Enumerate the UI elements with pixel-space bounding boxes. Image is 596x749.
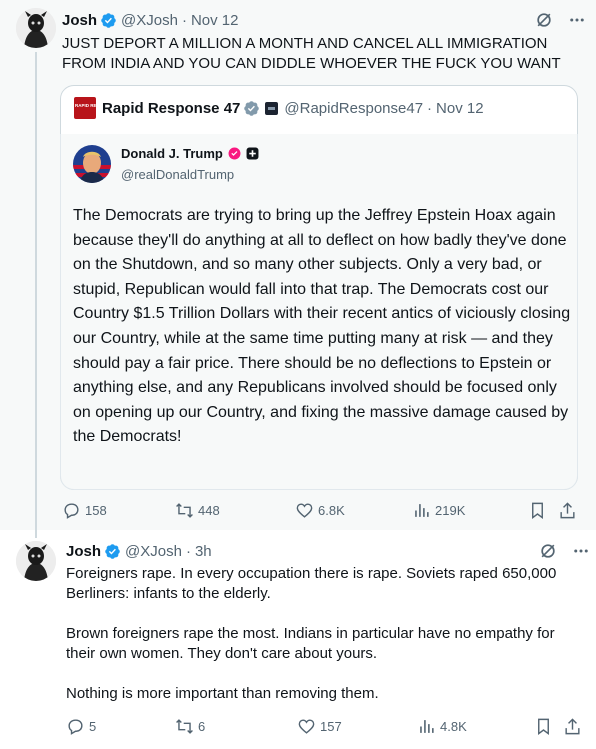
separator-dot: · bbox=[185, 542, 191, 560]
author-name[interactable]: Josh bbox=[66, 543, 101, 560]
grok-icon[interactable] bbox=[534, 10, 554, 30]
share-button[interactable] bbox=[558, 501, 577, 520]
action-bar: 158 448 6.8K 219K bbox=[62, 498, 580, 522]
post-top-actions bbox=[538, 541, 590, 561]
more-options-icon[interactable] bbox=[572, 542, 590, 560]
views-chart-icon bbox=[415, 503, 429, 517]
separator-dot: · bbox=[427, 99, 433, 117]
views-button[interactable]: 4.8K bbox=[417, 717, 467, 736]
repost-count: 448 bbox=[198, 502, 220, 518]
verified-badge-icon bbox=[105, 543, 120, 559]
thread-line bbox=[35, 530, 37, 538]
like-count: 157 bbox=[320, 718, 342, 734]
post-header: Josh @XJosh · 3h bbox=[66, 540, 212, 562]
post-header: Josh @XJosh · Nov 12 bbox=[62, 9, 238, 31]
reply-count: 158 bbox=[85, 502, 107, 518]
quote-author-handle[interactable]: @RapidResponse47 bbox=[284, 100, 423, 117]
reply-count: 5 bbox=[89, 718, 97, 734]
trump-handle: @realDonaldTrump bbox=[121, 167, 235, 182]
heart-icon bbox=[296, 502, 313, 518]
views-chart-icon bbox=[420, 719, 434, 733]
bookmark-icon bbox=[532, 502, 543, 519]
plus-badge-icon bbox=[246, 147, 259, 160]
trump-name-row: Donald J. Trump bbox=[121, 146, 259, 161]
repost-button[interactable]: 6 bbox=[175, 717, 205, 736]
grok-icon[interactable] bbox=[538, 541, 558, 561]
action-bar: 5 6 157 4.8K bbox=[66, 714, 584, 738]
share-icon bbox=[565, 717, 580, 734]
quote-date[interactable]: Nov 12 bbox=[436, 100, 484, 117]
reply-button[interactable]: 158 bbox=[62, 501, 107, 520]
logo-text: RAPID RESPONSE bbox=[75, 103, 96, 108]
quote-header: RAPID RESPONSE Rapid Response 47 @RapidR… bbox=[74, 97, 484, 119]
heart-icon bbox=[298, 718, 315, 734]
trump-post-text: The Democrats are trying to bring up the… bbox=[73, 207, 571, 446]
bookmark-icon bbox=[538, 718, 549, 735]
reply-icon bbox=[64, 502, 79, 519]
separator-dot: · bbox=[181, 11, 187, 29]
more-options-icon[interactable] bbox=[568, 11, 586, 29]
repost-count: 6 bbox=[198, 718, 206, 734]
like-button[interactable]: 6.8K bbox=[295, 501, 345, 520]
post-text: Foreigners rape. In every occupation the… bbox=[66, 565, 557, 702]
avatar[interactable] bbox=[16, 541, 56, 581]
views-count: 219K bbox=[435, 502, 466, 518]
share-button[interactable] bbox=[563, 717, 582, 736]
repost-icon bbox=[176, 502, 193, 518]
verified-badge-icon bbox=[101, 12, 116, 28]
like-button[interactable]: 157 bbox=[297, 717, 342, 736]
repost-button[interactable]: 448 bbox=[175, 501, 220, 520]
reply-icon bbox=[68, 718, 83, 735]
rapid-response-logo: RAPID RESPONSE bbox=[74, 97, 96, 119]
post-date[interactable]: Nov 12 bbox=[191, 12, 239, 29]
author-handle[interactable]: @XJosh bbox=[125, 543, 182, 560]
truth-social-card: Donald J. Trump @realDonaldTrump The Dem… bbox=[60, 134, 578, 490]
views-count: 4.8K bbox=[440, 718, 467, 734]
gray-verified-badge-icon bbox=[244, 100, 260, 116]
trump-author-name: Donald J. Trump bbox=[121, 146, 223, 161]
government-affiliate-icon bbox=[265, 101, 279, 115]
thread-line bbox=[35, 52, 37, 530]
author-handle[interactable]: @XJosh bbox=[121, 12, 178, 29]
post-date[interactable]: 3h bbox=[195, 543, 212, 560]
bookmark-button[interactable] bbox=[534, 717, 553, 736]
avatar[interactable] bbox=[16, 8, 56, 48]
like-count: 6.8K bbox=[318, 502, 345, 518]
views-button[interactable]: 219K bbox=[412, 501, 465, 520]
reply-button[interactable]: 5 bbox=[66, 717, 96, 736]
post-text: JUST DEPORT A MILLION A MONTH AND CANCEL… bbox=[62, 35, 561, 72]
post-top-actions bbox=[534, 10, 586, 30]
author-name[interactable]: Josh bbox=[62, 12, 97, 29]
repost-icon bbox=[176, 718, 193, 734]
share-icon bbox=[560, 501, 575, 518]
post-1[interactable]: Josh @XJosh · Nov 12 JUST DEPORT A MILLI… bbox=[0, 0, 596, 530]
post-2[interactable]: Josh @XJosh · 3h Foreigners rape. In eve… bbox=[0, 530, 596, 749]
trump-avatar bbox=[73, 145, 111, 183]
bookmark-button[interactable] bbox=[528, 501, 547, 520]
pink-verified-badge-icon bbox=[228, 147, 241, 160]
quote-author-name[interactable]: Rapid Response 47 bbox=[102, 100, 240, 117]
